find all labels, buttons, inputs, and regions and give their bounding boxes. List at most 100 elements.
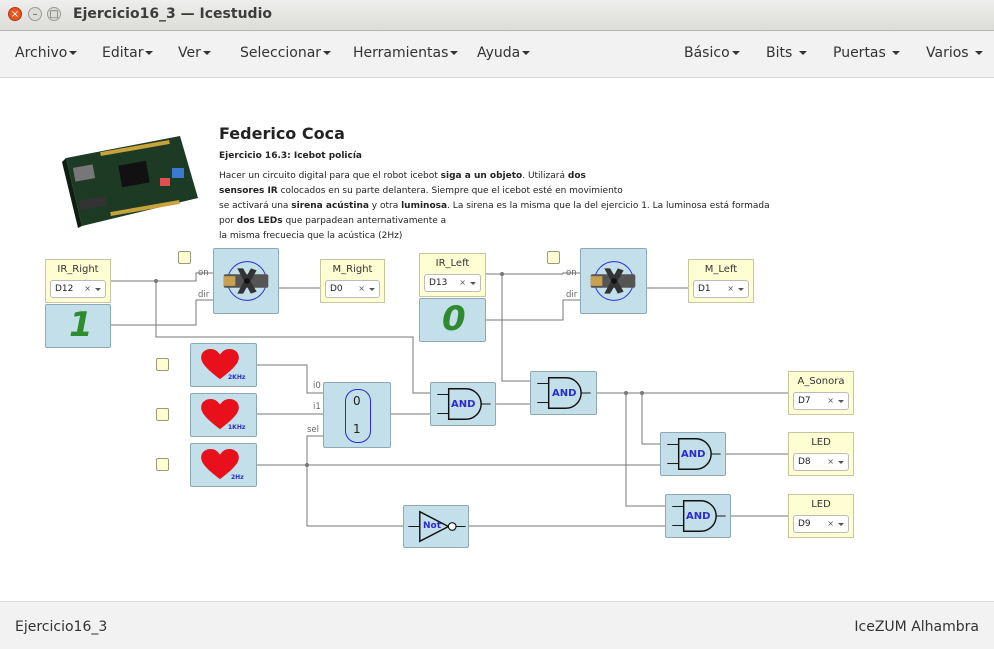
clear-icon[interactable]: × <box>827 516 834 532</box>
desc-text: la misma frecuecia que la acústica (2Hz) <box>219 231 403 241</box>
pin-name: LED <box>811 499 831 510</box>
output-pin-m-right[interactable]: M_Right D0 × <box>320 259 385 303</box>
menu-label: Seleccionar <box>240 45 322 61</box>
pin-select[interactable]: D1 × <box>693 280 749 298</box>
clear-icon[interactable]: × <box>459 275 466 291</box>
pin-select[interactable]: D0 × <box>325 280 380 298</box>
heart-label: 1KHz <box>228 424 246 431</box>
heart-label: 2Hz <box>231 474 244 481</box>
menu-bits[interactable]: Bits <box>766 45 807 61</box>
not-gate[interactable]: Not <box>403 505 469 548</box>
gate-label: AND <box>451 399 476 410</box>
caret-down-icon <box>145 51 154 55</box>
menu-label: Editar <box>102 45 144 61</box>
desc-bold: dos <box>567 171 586 181</box>
param-input[interactable] <box>156 358 169 371</box>
constant-block-1[interactable]: 1 <box>45 304 111 348</box>
heart-block-2hz[interactable]: 2Hz <box>190 443 257 487</box>
board-name[interactable]: IceZUM Alhambra <box>854 619 979 635</box>
pin-name: IR_Right <box>57 264 99 275</box>
minimize-icon[interactable]: – <box>28 7 42 21</box>
output-pin-led-d8[interactable]: LED D8 × <box>788 432 854 476</box>
pin-select[interactable]: D8 × <box>793 453 849 471</box>
chevron-down-icon <box>95 288 101 291</box>
output-pin-a-sonora[interactable]: A_Sonora D7 × <box>788 371 854 415</box>
output-pin-m-left[interactable]: M_Left D1 × <box>688 259 754 303</box>
output-pin-led-d9[interactable]: LED D9 × <box>788 494 854 538</box>
caret-down-icon <box>323 51 332 55</box>
menu-puertas[interactable]: Puertas <box>833 45 901 61</box>
desc-bold: siga a un objeto <box>440 171 523 181</box>
and-gate-2[interactable]: AND <box>530 371 597 415</box>
clear-icon[interactable]: × <box>358 281 365 297</box>
heart-label: 2KHz <box>228 374 246 381</box>
close-icon[interactable]: × <box>8 7 22 21</box>
pin-select[interactable]: D12 × <box>50 280 106 298</box>
desc-bold: sirena acústina <box>291 201 369 211</box>
clear-icon[interactable]: × <box>84 281 91 297</box>
clear-icon[interactable]: × <box>727 281 734 297</box>
and-gate-4[interactable]: AND <box>665 494 731 538</box>
desc-bold: dos LEDs <box>236 216 283 226</box>
pin-value: D13 <box>429 278 448 288</box>
menu-seleccionar[interactable]: Seleccionar <box>240 45 332 61</box>
constant-block-0[interactable]: 0 <box>419 298 486 342</box>
input-pin-ir-left[interactable]: IR_Left D13 × <box>419 253 486 297</box>
pin-select[interactable]: D9 × <box>793 515 849 533</box>
caret-down-icon <box>202 51 211 55</box>
menu-label: Bits <box>766 45 793 61</box>
menu-label: Ayuda <box>477 45 521 61</box>
heart-block-1khz[interactable]: 1KHz <box>190 393 257 437</box>
param-input[interactable] <box>156 408 169 421</box>
param-input[interactable] <box>156 458 169 471</box>
param-input[interactable] <box>547 251 560 264</box>
maximize-icon[interactable]: □ <box>47 7 61 21</box>
port-label-dir: dir <box>198 290 210 300</box>
desc-text: colocados en su parte delantera. Siempre… <box>277 186 623 196</box>
chevron-down-icon <box>369 288 375 291</box>
description-block: Federico Coca Ejercicio 16.3: Icebot pol… <box>219 124 779 244</box>
menu-herramientas[interactable]: Herramientas <box>353 45 459 61</box>
digit-1: 1 <box>69 305 93 345</box>
mux-block[interactable]: 0 1 <box>323 382 391 448</box>
param-input[interactable] <box>178 251 191 264</box>
menu-label: Varios <box>926 45 969 61</box>
caret-down-icon <box>798 51 807 55</box>
heart-block-2khz[interactable]: 2KHz <box>190 343 257 387</box>
menu-basico[interactable]: Básico <box>684 45 740 61</box>
caret-down-icon <box>975 51 984 55</box>
port-label-on: on <box>566 268 577 278</box>
servo-block-right[interactable] <box>213 248 279 314</box>
servo-icon <box>590 261 636 301</box>
and-gate-1[interactable]: AND <box>430 382 496 426</box>
pin-name: M_Left <box>704 264 738 275</box>
subtitle-rest: : Icebot policía <box>287 151 363 161</box>
pin-name: LED <box>811 437 831 448</box>
menu-label: Básico <box>684 45 730 61</box>
menu-editar[interactable]: Editar <box>102 45 154 61</box>
servo-block-left[interactable] <box>580 248 647 314</box>
pin-value: D7 <box>798 396 811 406</box>
mux-input-0: 0 <box>353 394 361 408</box>
clear-icon[interactable]: × <box>827 393 834 409</box>
pin-value: D1 <box>698 284 711 294</box>
and-gate-3[interactable]: AND <box>660 432 726 476</box>
clear-icon[interactable]: × <box>827 454 834 470</box>
desc-text: por <box>219 216 237 226</box>
window-title: Ejercicio16_3 — Icestudio <box>73 6 272 22</box>
exercise-subtitle: Ejercicio 16.3: Icebot policía <box>219 151 779 161</box>
menu-archivo[interactable]: Archivo <box>15 45 78 61</box>
project-name: Ejercicio16_3 <box>15 619 108 635</box>
pin-value: D12 <box>55 284 74 294</box>
pin-select[interactable]: D13 × <box>424 274 481 292</box>
port-label-i1: i1 <box>313 402 321 412</box>
desc-text: . La sirena es la misma que la del ejerc… <box>447 201 770 211</box>
pin-select[interactable]: D7 × <box>793 392 849 410</box>
input-pin-ir-right[interactable]: IR_Right D12 × <box>45 259 111 303</box>
menu-varios[interactable]: Varios <box>926 45 984 61</box>
menu-ver[interactable]: Ver <box>178 45 211 61</box>
desc-text: Hacer un circuito digital para que el ro… <box>219 171 441 181</box>
menu-ayuda[interactable]: Ayuda <box>477 45 531 61</box>
pin-name: M_Right <box>332 264 373 275</box>
menu-label: Ver <box>178 45 201 61</box>
